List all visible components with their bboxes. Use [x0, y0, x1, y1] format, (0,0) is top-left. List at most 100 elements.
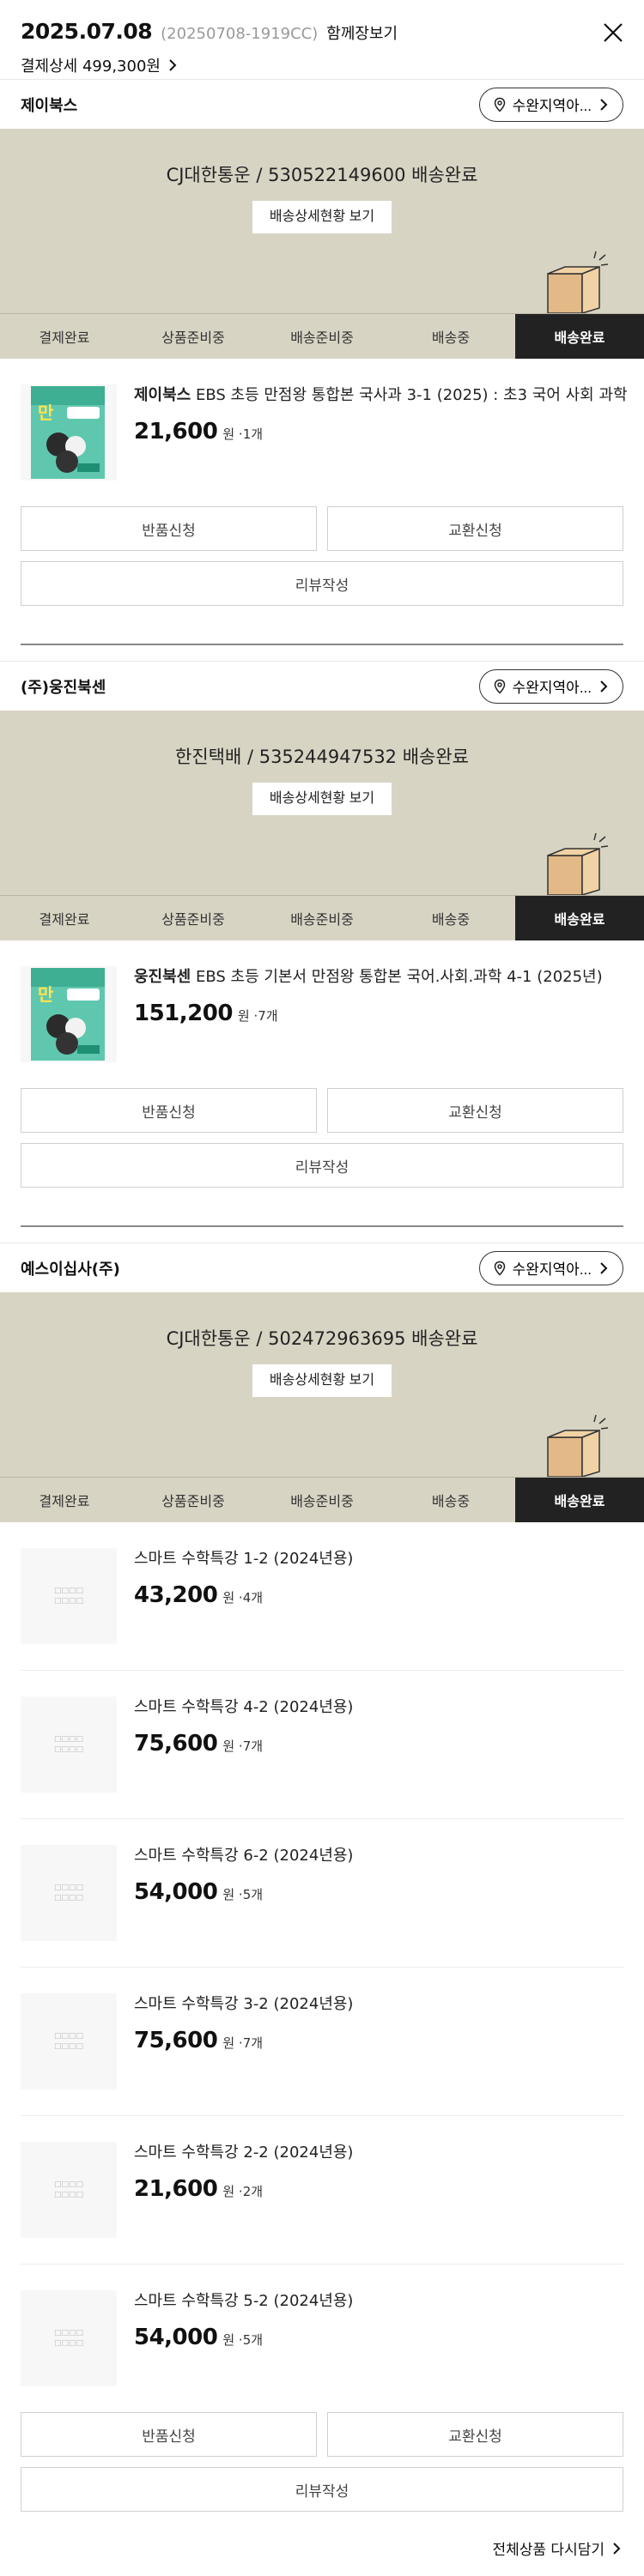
product-thumbnail[interactable]: □□□□ □□□□ [21, 1993, 117, 2089]
together-shopping-link[interactable]: 함께장보기 [326, 21, 398, 44]
order-item[interactable]: □□□□ □□□□ 스마트 수학특강 4-2 (2024년용) 75,600 원 … [21, 1671, 623, 1819]
region-label: 수완지역아... [512, 98, 592, 114]
status-step: 상품준비중 [161, 1493, 225, 1509]
product-price: 151,200 [134, 1001, 233, 1026]
tracking-info: 한진택배 / 535244947532 배송완료 [175, 747, 469, 767]
price-unit: 원 · [222, 426, 243, 442]
product-quantity: 7개 [242, 2035, 264, 2051]
region-label: 수완지역아... [512, 680, 592, 696]
delivered-box-icon [547, 251, 609, 313]
shipping-detail-button[interactable]: 배송상세현황 보기 [252, 201, 392, 233]
return-request-button[interactable]: 반품신청 [21, 1088, 317, 1133]
product-quantity: 7개 [242, 1738, 264, 1754]
product-title[interactable]: 제이북스 EBS 초등 만점왕 통합본 국사과 3-1 (2025) : 초3 … [134, 384, 628, 407]
product-quantity: 5개 [242, 2332, 264, 2348]
status-step: 배송완료 [515, 1478, 644, 1522]
product-title[interactable]: 스마트 수학특강 2-2 (2024년용) [134, 2142, 353, 2164]
seller-section: (주)웅진북센 수완지역아... 한진택배 / 535244947532 배송완… [0, 661, 644, 1243]
write-review-button[interactable]: 리뷰작성 [21, 1143, 623, 1188]
product-price: 43,200 [134, 1582, 218, 1608]
product-name: 스마트 수학특강 6-2 (2024년용) [134, 1847, 354, 1865]
status-step: 결제완료 [39, 911, 90, 928]
product-price: 54,000 [134, 2325, 218, 2350]
exchange-request-button[interactable]: 교환신청 [327, 1088, 623, 1133]
order-item[interactable]: □□□□ □□□□ 스마트 수학특강 3-2 (2024년용) 75,600 원 … [21, 1968, 623, 2116]
payment-detail-label: 결제상세 499,300원 [21, 57, 161, 76]
price-unit: 원 · [237, 1008, 258, 1024]
seller-name: (주)웅진북센 [21, 678, 106, 697]
product-quantity: 5개 [242, 1887, 264, 1902]
product-title[interactable]: 스마트 수학특강 4-2 (2024년용) [134, 1696, 353, 1719]
product-name: EBS 초등 만점왕 통합본 국사과 3-1 (2025) : 초3 국어 사회… [191, 386, 628, 404]
chevron-right-icon [613, 2542, 621, 2555]
status-step: 상품준비중 [161, 330, 225, 346]
product-brand: 웅진북센 [134, 968, 191, 986]
location-pin-icon [494, 97, 505, 112]
shipping-detail-button[interactable]: 배송상세현황 보기 [252, 783, 392, 815]
status-step: 배송중 [431, 1493, 471, 1509]
location-pin-icon [494, 1261, 505, 1276]
product-thumbnail[interactable]: 만 [21, 966, 117, 1062]
product-thumbnail[interactable]: □□□□ □□□□ [21, 1696, 117, 1793]
order-date: 2025.07.08 [21, 19, 153, 44]
write-review-button[interactable]: 리뷰작성 [21, 2467, 623, 2512]
item-list: 만 웅진북센 EBS 초등 기본서 만점왕 통합본 국어.사회.과학 4-1 (… [0, 940, 644, 1088]
order-item[interactable]: 만 제이북스 EBS 초등 만점왕 통합본 국사과 3-1 (2025) : 초… [21, 359, 628, 506]
order-item[interactable]: 만 웅진북센 EBS 초등 기본서 만점왕 통합본 국어.사회.과학 4-1 (… [21, 940, 623, 1088]
product-title[interactable]: 스마트 수학특강 1-2 (2024년용) [134, 1548, 353, 1570]
item-list: □□□□ □□□□ 스마트 수학특강 1-2 (2024년용) 43,200 원 … [0, 1522, 644, 2412]
region-select-button[interactable]: 수완지역아... [478, 1250, 623, 1285]
payment-detail-link[interactable]: 결제상세 499,300원 [21, 54, 179, 76]
product-brand: 제이북스 [134, 386, 191, 404]
add-all-again-link[interactable]: 전체상품 다시담기 [492, 2537, 623, 2559]
image-placeholder: □□□□ □□□□ [53, 2180, 83, 2199]
product-title[interactable]: 스마트 수학특강 6-2 (2024년용) [134, 1845, 353, 1867]
delivery-status-steps: 결제완료 상품준비중 배송준비중 배송중 배송완료 [0, 1477, 644, 1522]
region-select-button[interactable]: 수완지역아... [478, 87, 623, 122]
exchange-request-button[interactable]: 교환신청 [327, 2412, 623, 2457]
write-review-button[interactable]: 리뷰작성 [21, 561, 623, 606]
return-request-button[interactable]: 반품신청 [21, 2412, 317, 2457]
price-unit: 원 · [222, 2332, 243, 2348]
image-placeholder: □□□□ □□□□ [53, 2032, 83, 2051]
product-name: EBS 초등 기본서 만점왕 통합본 국어.사회.과학 4-1 (2025년) [191, 968, 603, 986]
order-item[interactable]: □□□□ □□□□ 스마트 수학특강 2-2 (2024년용) 21,600 원 … [21, 2116, 623, 2265]
product-thumbnail[interactable]: 만 [21, 384, 117, 481]
seller-name: 예스이십사(주) [21, 1260, 120, 1279]
product-title[interactable]: 웅진북센 EBS 초등 기본서 만점왕 통합본 국어.사회.과학 4-1 (20… [134, 966, 603, 989]
product-thumbnail[interactable]: □□□□ □□□□ [21, 1845, 117, 1941]
order-number: (20250708-1919CC) [161, 25, 319, 43]
status-step: 배송준비중 [290, 911, 354, 928]
product-name: 스마트 수학특강 3-2 (2024년용) [134, 1995, 354, 2013]
price-unit: 원 · [222, 2035, 243, 2051]
product-thumbnail[interactable]: □□□□ □□□□ [21, 2290, 117, 2386]
chevron-right-icon [600, 98, 608, 111]
product-price: 75,600 [134, 1731, 218, 1757]
delivered-box-icon [547, 832, 609, 895]
shipping-detail-button[interactable]: 배송상세현황 보기 [252, 1364, 392, 1397]
product-price: 21,600 [134, 419, 218, 444]
close-icon[interactable] [601, 21, 625, 45]
order-item[interactable]: □□□□ □□□□ 스마트 수학특강 1-2 (2024년용) 43,200 원 … [21, 1522, 623, 1671]
price-unit: 원 · [222, 2184, 243, 2199]
svg-text:만: 만 [38, 984, 54, 1005]
tracking-info: CJ대한통운 / 502472963695 배송완료 [166, 1328, 478, 1349]
exchange-request-button[interactable]: 교환신청 [327, 506, 623, 551]
product-title[interactable]: 스마트 수학특강 3-2 (2024년용) [134, 1993, 353, 2016]
add-all-again-label: 전체상품 다시담기 [492, 2542, 605, 2559]
product-title[interactable]: 스마트 수학특강 5-2 (2024년용) [134, 2290, 353, 2313]
status-step: 배송중 [431, 330, 471, 346]
return-request-button[interactable]: 반품신청 [21, 506, 317, 551]
status-step: 배송준비중 [290, 1493, 354, 1509]
image-placeholder: □□□□ □□□□ [53, 1884, 83, 1902]
product-thumbnail[interactable]: □□□□ □□□□ [21, 1548, 117, 1644]
region-label: 수완지역아... [512, 1261, 592, 1278]
shipping-status-panel: 한진택배 / 535244947532 배송완료 배송상세현황 보기 [0, 711, 644, 895]
product-quantity: 4개 [242, 1590, 264, 1605]
order-item[interactable]: □□□□ □□□□ 스마트 수학특강 5-2 (2024년용) 54,000 원 … [21, 2265, 623, 2412]
region-select-button[interactable]: 수완지역아... [478, 668, 623, 704]
product-quantity: 1개 [242, 426, 264, 442]
svg-text:만: 만 [38, 402, 54, 423]
product-thumbnail[interactable]: □□□□ □□□□ [21, 2142, 117, 2238]
order-item[interactable]: □□□□ □□□□ 스마트 수학특강 6-2 (2024년용) 54,000 원 … [21, 1819, 623, 1968]
